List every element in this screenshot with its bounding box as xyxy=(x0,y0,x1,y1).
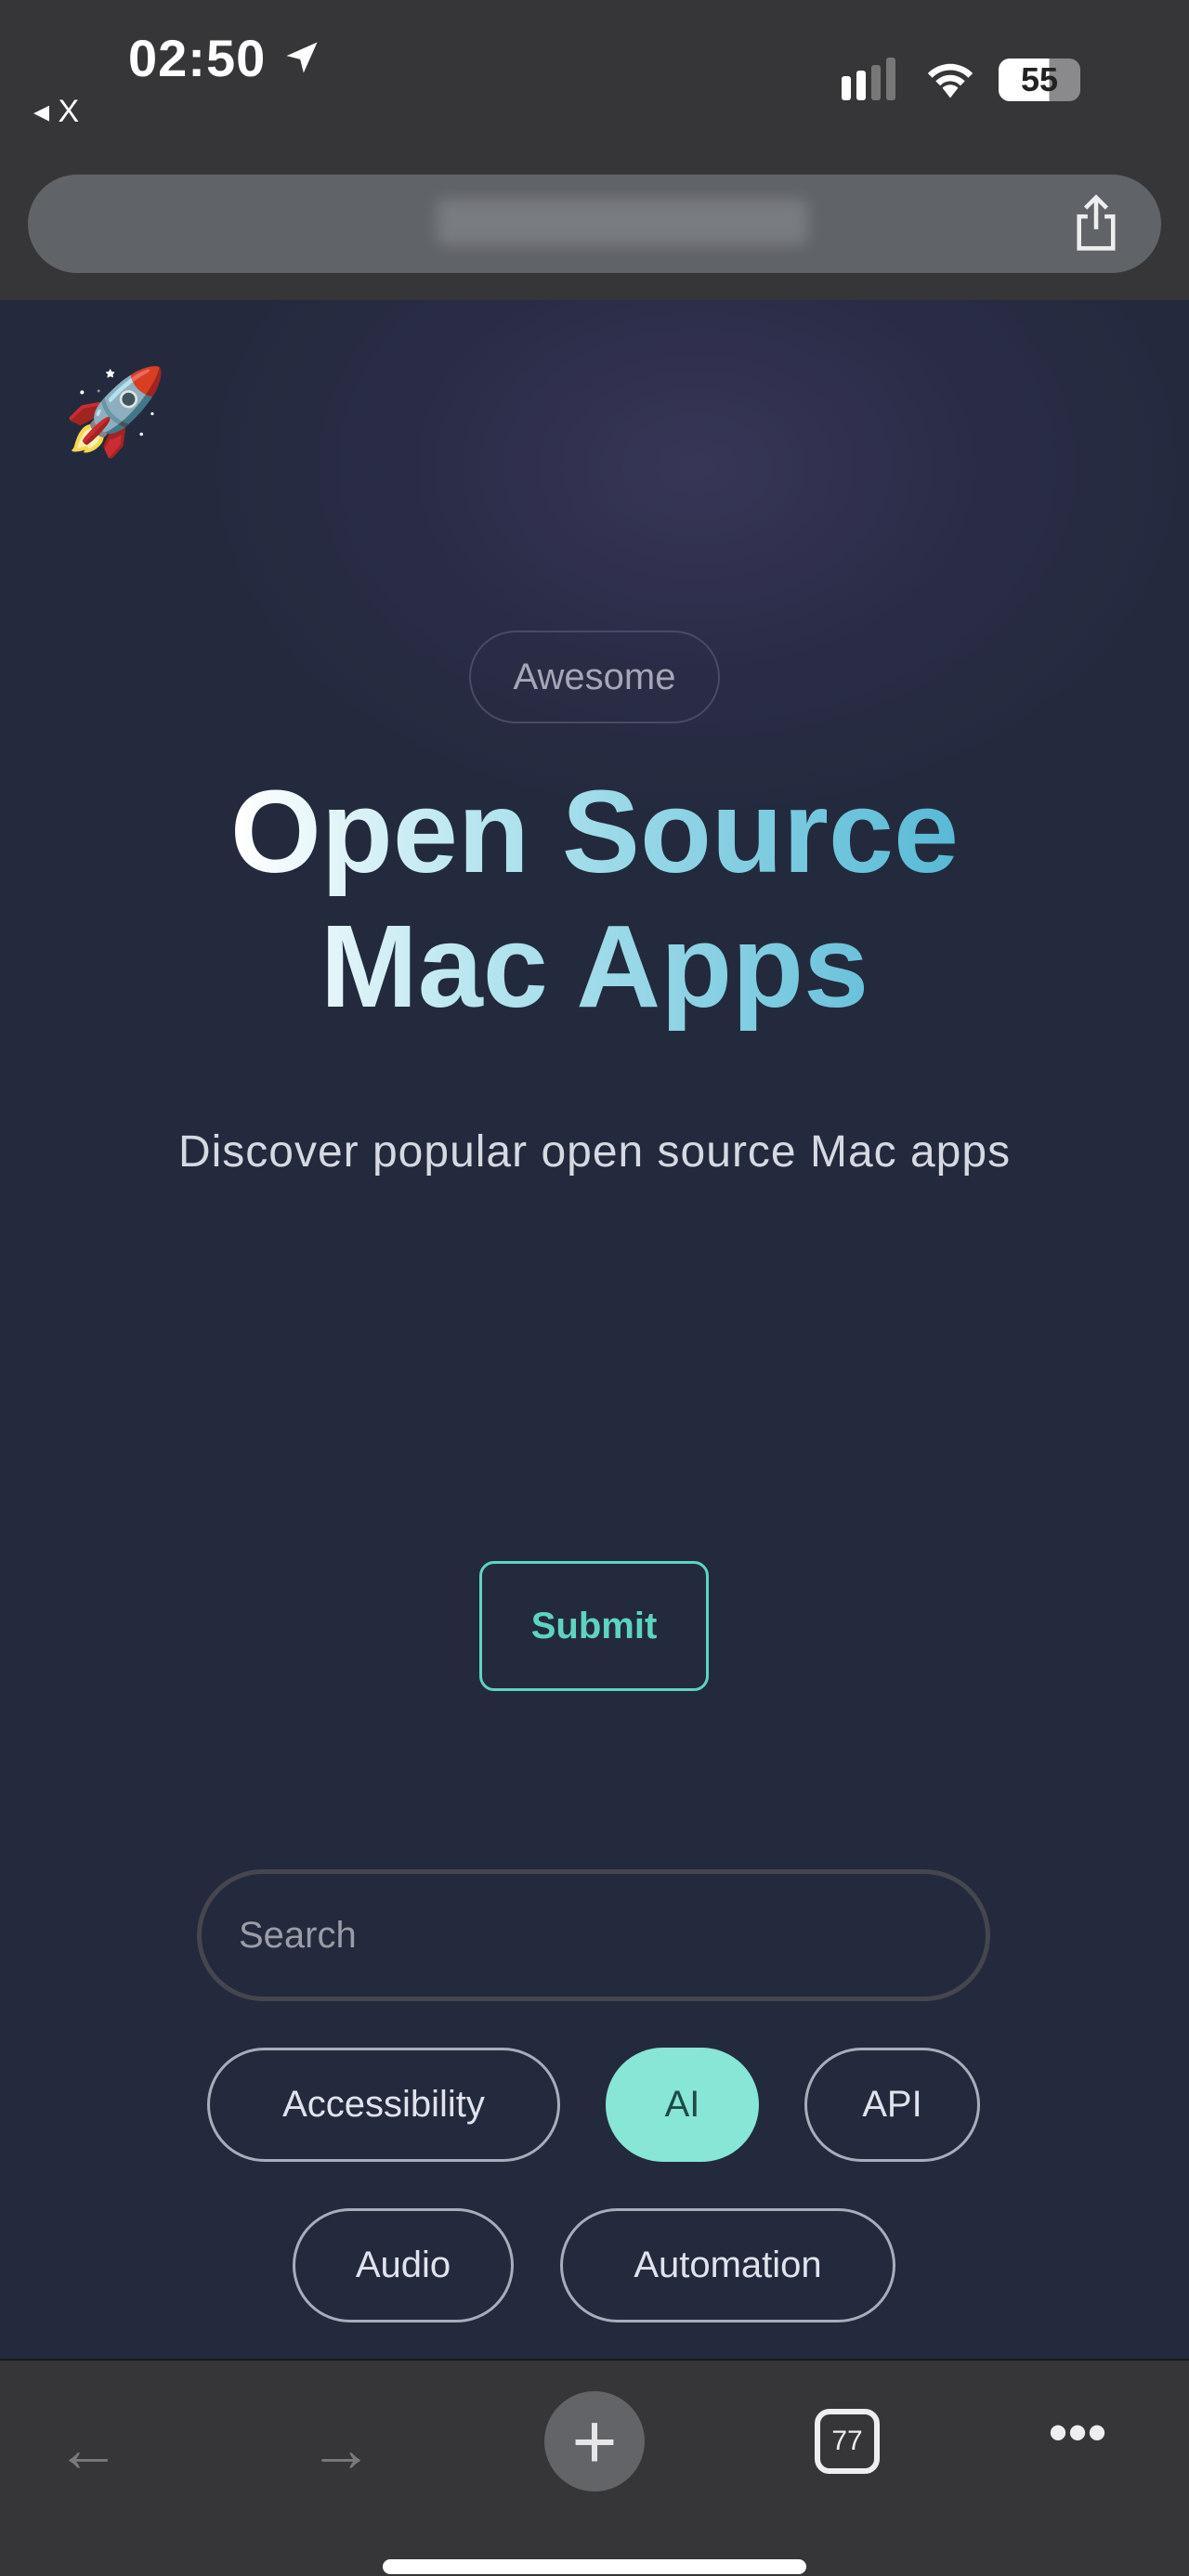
share-icon[interactable] xyxy=(1070,193,1122,253)
browser-toolbar: ← → + 77 ••• xyxy=(0,2359,1189,2576)
clock: 02:50 xyxy=(128,28,322,88)
page-content: 🚀 Awesome Open Source Mac Apps Discover p… xyxy=(0,300,1189,2359)
title-line-2: Mac Apps xyxy=(320,901,869,1032)
tab-count-button[interactable]: 77 xyxy=(815,2409,880,2474)
rocket-icon[interactable]: 🚀 xyxy=(63,363,167,461)
home-indicator[interactable] xyxy=(383,2559,806,2574)
category-chip-automation[interactable]: Automation xyxy=(560,2208,895,2322)
category-chip-ai[interactable]: AI xyxy=(606,2048,759,2162)
hero-badge: Awesome xyxy=(469,631,720,723)
address-bar[interactable] xyxy=(28,175,1161,273)
battery-indicator: 55 xyxy=(999,59,1080,101)
time-text: 02:50 xyxy=(128,29,267,87)
more-icon[interactable]: ••• xyxy=(1040,2405,1115,2461)
category-chip-api[interactable]: API xyxy=(804,2048,980,2162)
submit-button[interactable]: Submit xyxy=(479,1561,709,1691)
status-bar: 02:50 ◂ X 55 xyxy=(0,0,1189,273)
arrow-right-icon[interactable]: → xyxy=(290,2398,392,2500)
plus-icon[interactable]: + xyxy=(544,2391,645,2491)
search-input[interactable] xyxy=(197,1869,990,2001)
signal-icon xyxy=(842,58,895,100)
category-chip-accessibility[interactable]: Accessibility xyxy=(207,2048,560,2162)
category-chip-audio[interactable]: Audio xyxy=(293,2208,514,2322)
wifi-icon xyxy=(927,63,973,98)
page-title: Open Source Mac Apps xyxy=(0,764,1189,1034)
location-arrow-icon xyxy=(286,42,318,73)
title-line-1: Open Source xyxy=(229,766,960,897)
back-to-app[interactable]: ◂ X xyxy=(33,93,79,130)
arrow-left-icon[interactable]: ← xyxy=(37,2398,139,2500)
url-text-redacted xyxy=(437,199,808,245)
page-subtitle: Discover popular open source Mac apps xyxy=(177,1127,1012,1177)
